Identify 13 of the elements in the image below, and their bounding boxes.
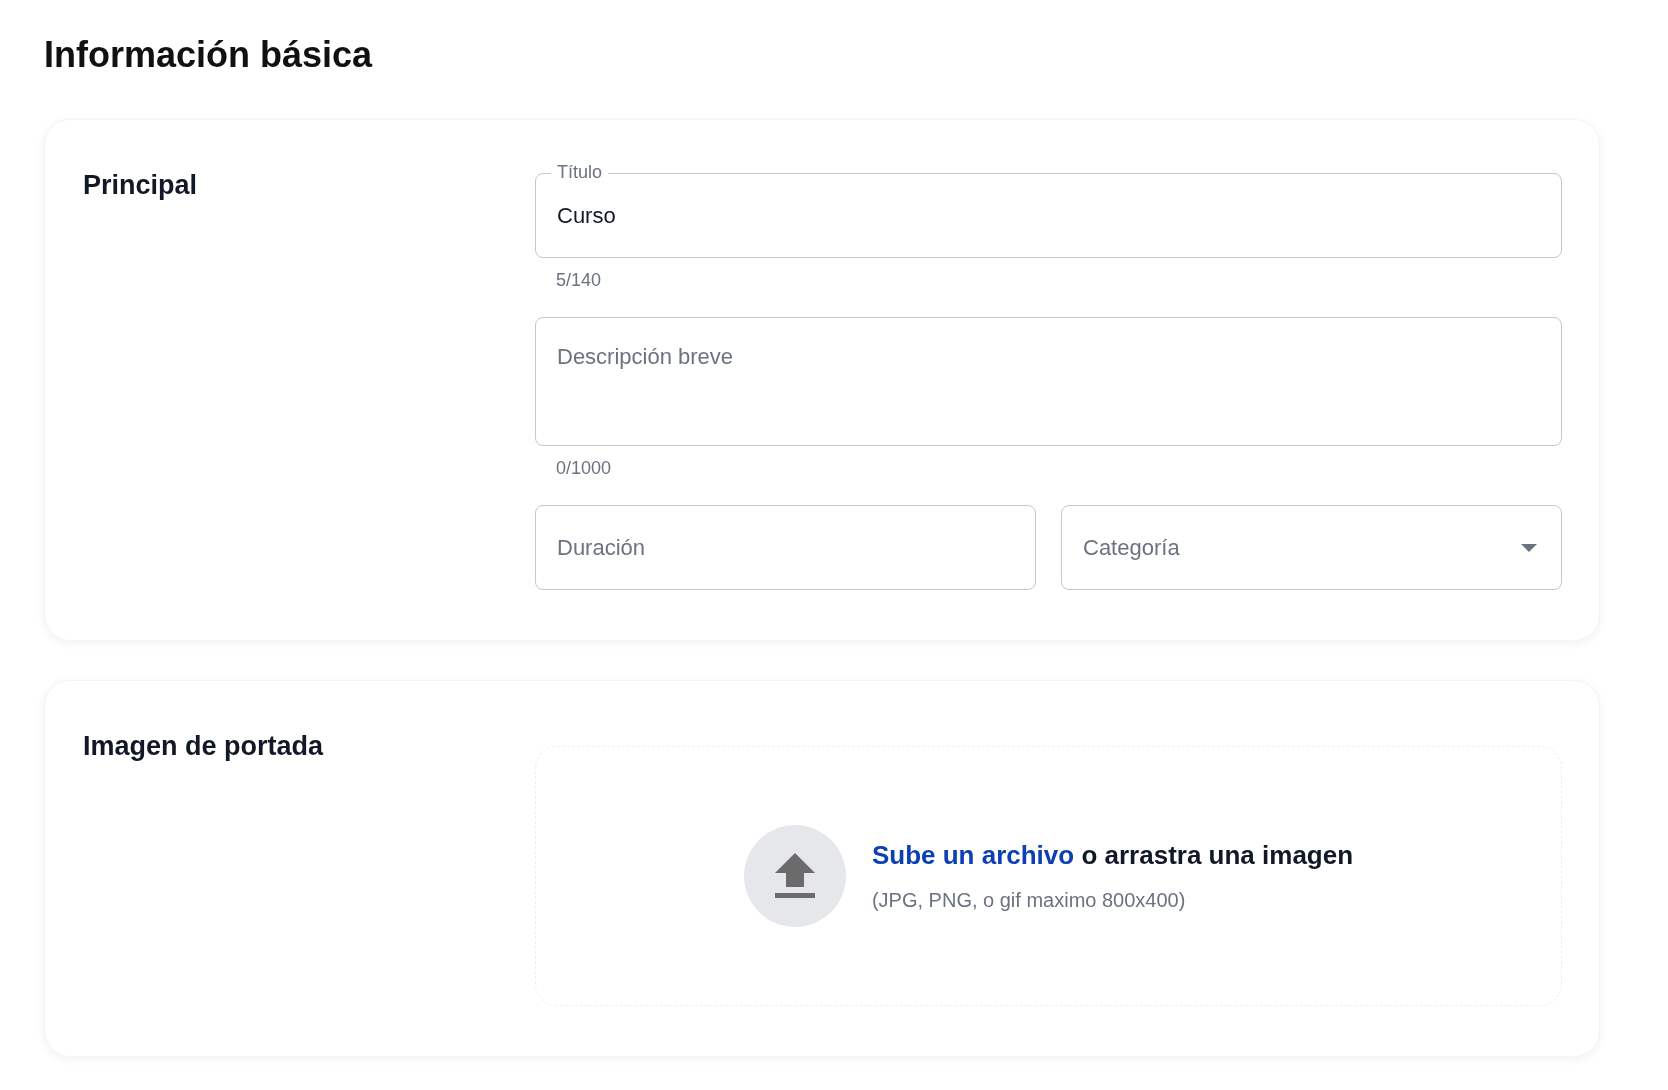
file-hint: (JPG, PNG, o gif maximo 800x400) (871, 889, 1187, 912)
page-title: Información básica (44, 34, 373, 76)
character-counter: 5/140 (556, 270, 602, 291)
text-field[interactable]: Duración (535, 505, 1036, 590)
upload-instruction: Sube un archivo o arrastra una imagen (871, 840, 1354, 871)
section-heading: Imagen de portada (83, 731, 324, 762)
upload-link[interactable]: Sube un archivo (871, 840, 1075, 870)
description-field[interactable]: Descripción breve (535, 317, 1562, 446)
caret-icon (1521, 543, 1537, 552)
dropdown[interactable]: Categoría (1061, 505, 1562, 590)
character-counter: 0/1000 (556, 458, 612, 479)
upload-dropzone[interactable]: Sube un archivo o arrastra una imagen (JPG, PNG, o gif maximo 800x400) (535, 746, 1562, 1006)
section-heading: Principal (83, 170, 198, 201)
